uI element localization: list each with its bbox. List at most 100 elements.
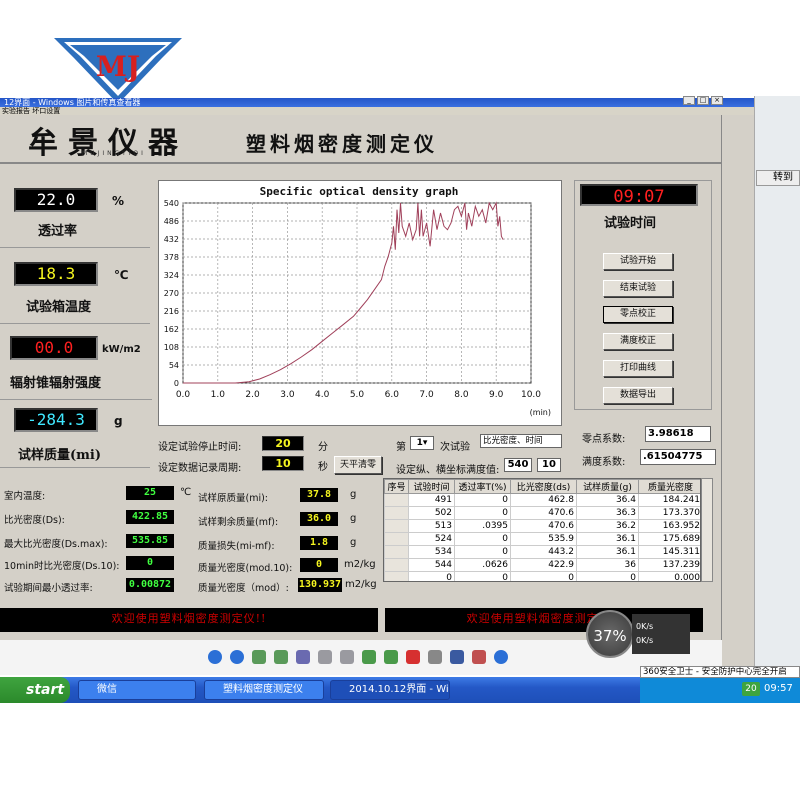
table-cell: 462.8 bbox=[510, 493, 577, 507]
zero-coefficient-value[interactable]: 3.98618 bbox=[645, 426, 711, 442]
previous-icon[interactable] bbox=[208, 650, 222, 664]
export-data-button[interactable]: 数据导出 bbox=[603, 387, 673, 404]
table-row[interactable]: 0 0 0 0 0.000 bbox=[384, 571, 700, 581]
initial-mass-value: 37.8 bbox=[300, 488, 338, 502]
table-scrollbar[interactable] bbox=[701, 478, 713, 582]
table-cell bbox=[384, 545, 409, 559]
table-cell: 0 bbox=[454, 493, 511, 507]
y-tick-label: 270 bbox=[164, 289, 179, 298]
screen: MJ 12界面 - Windows 图片和传真查看器 _ □ × 实验报告 坏口… bbox=[0, 0, 800, 800]
maximize-icon[interactable]: □ bbox=[697, 96, 709, 105]
table-body: 491 0 462.8 36.4 184.241 502 0 470.6 36.3 173.370… bbox=[384, 493, 700, 581]
x-tick-label: 1.0 bbox=[211, 390, 226, 400]
antivirus-popup[interactable]: 360安全卫士 - 安全防护中心完全开启 bbox=[640, 666, 800, 678]
record-period-input[interactable]: 10 bbox=[262, 456, 304, 471]
table-cell: 535.9 bbox=[510, 532, 577, 546]
x-tick-label: 7.0 bbox=[419, 390, 434, 400]
start-test-button[interactable]: 试验开始 bbox=[603, 253, 673, 270]
minimize-icon[interactable]: _ bbox=[683, 96, 695, 105]
memory-gauge[interactable]: 37% bbox=[586, 610, 634, 658]
window-controls: _ □ × bbox=[683, 96, 723, 106]
min-transmittance-label: 试验期间最小透过率: bbox=[4, 583, 93, 594]
taskbar-item-label: 2014.10.12界面 - Win... bbox=[349, 684, 449, 695]
max-density-label: 最大比光密度(Ds.max): bbox=[4, 539, 108, 550]
zero-calibration-button[interactable]: 零点校正 bbox=[603, 306, 673, 323]
table-row[interactable]: 524 0 535.9 36.1 175.689 bbox=[384, 532, 700, 546]
indicator-panel-radiation: 00.0 kW/m2 辐射锥辐射强度 bbox=[0, 328, 152, 400]
mj-logo: MJ bbox=[54, 38, 182, 104]
start-button[interactable]: start bbox=[0, 677, 70, 703]
close-icon[interactable]: × bbox=[711, 96, 723, 105]
tray-badge[interactable]: 20 bbox=[742, 682, 760, 696]
record-period-label: 设定数据记录周期: bbox=[158, 463, 242, 474]
x-tick-label: 0.0 bbox=[176, 390, 191, 400]
actual-size-icon[interactable] bbox=[274, 650, 288, 664]
temperature-label: 试验箱温度 bbox=[26, 300, 92, 315]
chart-svg: Specific optical density graph 0.0 1.0 2.0… bbox=[164, 185, 551, 417]
delete-icon[interactable] bbox=[406, 650, 420, 664]
stop-time-input[interactable]: 20 bbox=[262, 436, 304, 451]
menu-text[interactable]: 实验报告 坏口设置 bbox=[2, 107, 60, 115]
end-test-button[interactable]: 结束试验 bbox=[603, 280, 673, 297]
column-header[interactable]: 质量光密度 bbox=[638, 479, 700, 494]
room-temp-value: 25 bbox=[126, 486, 174, 500]
mass-loss-value: 1.8 bbox=[300, 536, 338, 550]
app-title: 塑料烟密度测定仪 bbox=[246, 132, 438, 156]
zoom-out-icon[interactable] bbox=[340, 650, 354, 664]
table-row[interactable]: 491 0 462.8 36.4 184.241 bbox=[384, 493, 700, 507]
data-table[interactable]: 序号 试验时间 透过率T(%) 比光密度(ds) 试样质量(g) 质量光密度 4… bbox=[383, 478, 701, 582]
table-header-row: 序号 试验时间 透过率T(%) 比光密度(ds) 试样质量(g) 质量光密度 bbox=[384, 479, 700, 494]
rotate-counterclockwise-icon[interactable] bbox=[384, 650, 398, 664]
remaining-mass-unit: g bbox=[350, 513, 357, 524]
table-cell: 36.4 bbox=[576, 493, 639, 507]
edit-icon[interactable] bbox=[472, 650, 486, 664]
column-header[interactable]: 试样质量(g) bbox=[576, 479, 639, 494]
table-row[interactable]: 502 0 470.6 36.3 173.370 bbox=[384, 506, 700, 520]
y-axis-scale-input[interactable]: 540 bbox=[504, 458, 532, 472]
taskbar-item-wechat[interactable]: 微信 bbox=[78, 680, 196, 700]
column-header[interactable]: 序号 bbox=[384, 479, 409, 494]
full-scale-calibration-button[interactable]: 满度校正 bbox=[603, 333, 673, 350]
print-curve-button[interactable]: 打印曲线 bbox=[603, 360, 673, 377]
table-cell: 513 bbox=[408, 519, 455, 533]
rotate-clockwise-icon[interactable] bbox=[362, 650, 376, 664]
table-row[interactable]: 544.0626 422.9 36 137.239 bbox=[384, 558, 700, 572]
table-cell: 534 bbox=[408, 545, 455, 559]
next-icon[interactable] bbox=[230, 650, 244, 664]
table-cell: 0.000 bbox=[638, 571, 700, 581]
table-cell: 422.9 bbox=[510, 558, 577, 572]
print-icon[interactable] bbox=[428, 650, 442, 664]
table-cell: 470.6 bbox=[510, 506, 577, 520]
data-table-grid: 序号 试验时间 透过率T(%) 比光密度(ds) 试样质量(g) 质量光密度 4… bbox=[384, 479, 700, 581]
column-header[interactable]: 比光密度(ds) bbox=[510, 479, 577, 494]
table-row[interactable]: 534 0 443.2 36.1 145.311 bbox=[384, 545, 700, 559]
mass-loss-label: 质量损失(mi-mf): bbox=[198, 541, 275, 552]
test-number-select[interactable]: 1▾ bbox=[410, 436, 434, 450]
table-cell: 470.6 bbox=[510, 519, 577, 533]
upload-speed: 0K/s bbox=[636, 622, 654, 631]
column-header[interactable]: 透过率T(%) bbox=[454, 479, 511, 494]
full-coefficient-value[interactable]: .61504775 bbox=[640, 449, 716, 465]
y-tick-label: 486 bbox=[164, 217, 179, 226]
help-icon[interactable] bbox=[494, 650, 508, 664]
goto-button[interactable]: 转到 bbox=[756, 170, 800, 186]
specific-density-value: 422.85 bbox=[126, 510, 174, 524]
save-icon[interactable] bbox=[450, 650, 464, 664]
table-cell: .0395 bbox=[454, 519, 511, 533]
column-header[interactable]: 试验时间 bbox=[408, 479, 455, 494]
slideshow-icon[interactable] bbox=[296, 650, 310, 664]
vertical-scrollbar[interactable] bbox=[722, 115, 754, 675]
timer-label: 试验时间 bbox=[604, 216, 657, 231]
zoom-in-icon[interactable] bbox=[318, 650, 332, 664]
table-cell: 544 bbox=[408, 558, 455, 572]
x-axis-scale-input[interactable]: 10 bbox=[537, 458, 561, 472]
taskbar-item-viewer[interactable]: 2014.10.12界面 - Win... bbox=[330, 680, 450, 700]
table-cell bbox=[384, 519, 409, 533]
mass-density-label: 质量光密度（mod）: bbox=[198, 583, 289, 594]
menu-bar[interactable]: 实验报告 坏口设置 bbox=[0, 107, 754, 115]
tare-balance-button[interactable]: 天平清零 bbox=[334, 456, 382, 474]
taskbar-item-app[interactable]: 塑料烟密度测定仪 bbox=[204, 680, 324, 700]
table-row[interactable]: 513.0395 470.6 36.2 163.952 bbox=[384, 519, 700, 533]
best-fit-icon[interactable] bbox=[252, 650, 266, 664]
curve-type-select[interactable]: 比光密度、时间 bbox=[480, 434, 562, 448]
